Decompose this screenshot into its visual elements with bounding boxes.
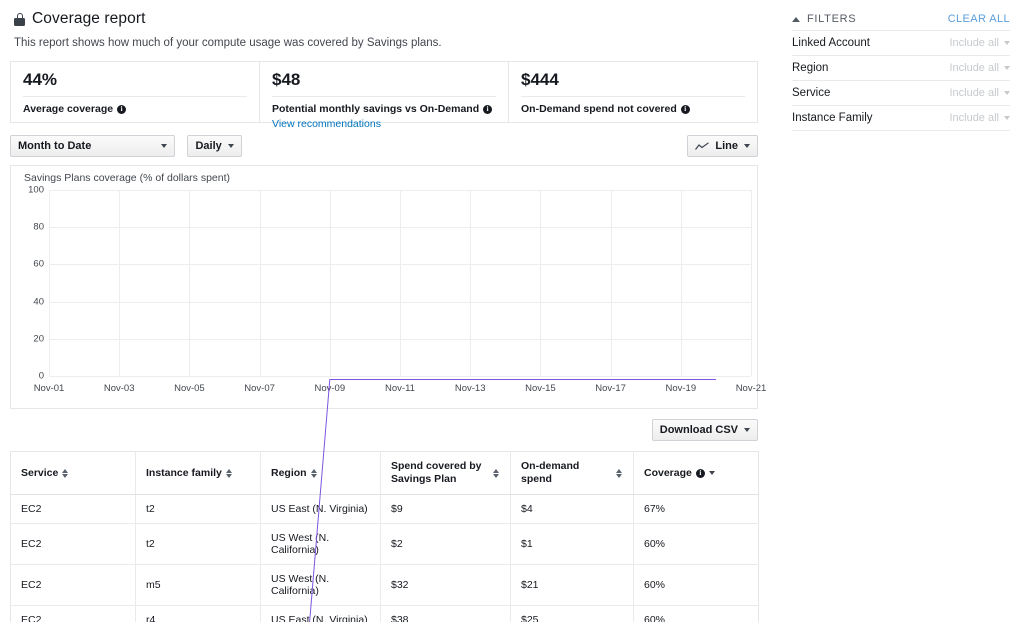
page-title-row: Coverage report	[14, 10, 768, 28]
kpi-label: On-Demand spend not covered i	[521, 103, 745, 115]
sort-icon[interactable]	[616, 468, 623, 479]
filters-title: FILTERS	[807, 13, 857, 25]
filter-value-text: Include all	[949, 87, 999, 99]
filter-label: Instance Family	[792, 112, 873, 124]
y-axis-tick-label: 0	[38, 370, 44, 382]
filters-list: Linked Account Include all Region Include a…	[792, 30, 1010, 130]
filter-row-instance-family[interactable]: Instance Family Include all	[792, 105, 1010, 130]
kpi-label: Average coverage i	[23, 103, 247, 115]
chevron-down-icon	[1004, 66, 1010, 70]
line-chart-icon	[695, 141, 710, 150]
filters-header: FILTERS CLEAR ALL	[792, 0, 1010, 30]
kpi-divider	[521, 96, 745, 97]
kpi-label-text: Average coverage	[23, 103, 114, 115]
filter-value-select[interactable]: Include all	[949, 37, 1010, 49]
clear-all-button[interactable]: CLEAR ALL	[948, 13, 1010, 25]
kpi-value: $444	[521, 70, 559, 89]
main-content: Coverage report This report shows how mu…	[0, 0, 768, 622]
kpi-label-text: On-Demand spend not covered	[521, 103, 677, 115]
filters-divider	[792, 130, 1010, 131]
y-axis-tick-label: 100	[28, 184, 44, 196]
granularity-select[interactable]: Daily	[187, 135, 242, 157]
chevron-down-icon	[1004, 91, 1010, 95]
sort-icon[interactable]	[62, 468, 69, 479]
filter-value-select[interactable]: Include all	[949, 62, 1010, 74]
kpi-card-row: 44% Average coverage i $48 Potential mon…	[10, 61, 758, 130]
filter-value-text: Include all	[949, 37, 999, 49]
chevron-down-icon	[227, 144, 234, 148]
kpi-value: 44%	[23, 70, 58, 89]
kpi-label-text: Potential monthly savings vs On-Demand	[272, 103, 480, 115]
filter-label: Service	[792, 87, 831, 99]
kpi-card-average-coverage: 44% Average coverage i	[11, 62, 259, 122]
filters-panel: FILTERS CLEAR ALL Linked Account Include …	[778, 0, 1024, 622]
info-icon[interactable]: i	[680, 104, 690, 114]
sort-icon[interactable]	[225, 468, 233, 479]
chart-controls: Month to Date Daily Line	[10, 135, 758, 157]
kpi-card-potential-savings: $48 Potential monthly savings vs On-Dema…	[259, 62, 508, 130]
chevron-down-icon	[1004, 116, 1010, 120]
chart-plot-area[interactable]: 0 20 40 60 80 100 Nov-01 Nov-03 Nov-05 Nov-07 Nov…	[28, 185, 766, 376]
sort-icon[interactable]	[493, 468, 500, 479]
granularity-value: Daily	[195, 140, 222, 152]
filter-row-service[interactable]: Service Include all	[792, 80, 1010, 105]
filter-label: Linked Account	[792, 37, 871, 49]
chart-title: Savings Plans coverage (% of dollars spe…	[24, 172, 231, 184]
chevron-down-icon	[1004, 41, 1010, 45]
gridline-vertical	[751, 190, 752, 376]
kpi-value: $48	[272, 70, 301, 89]
chart-type-select[interactable]: Line	[687, 135, 758, 157]
date-range-value: Month to Date	[18, 140, 92, 152]
filter-value-select[interactable]: Include all	[949, 112, 1010, 124]
filter-row-linked-account[interactable]: Linked Account Include all	[792, 30, 1010, 55]
kpi-label: Potential monthly savings vs On-Demand i	[272, 103, 496, 115]
info-icon[interactable]: i	[483, 104, 493, 114]
page-subtitle: This report shows how much of your compu…	[14, 37, 442, 49]
chart-series-line	[49, 190, 751, 622]
y-axis-tick-label: 60	[33, 258, 44, 270]
chevron-down-icon	[161, 144, 167, 148]
chevron-down-icon	[744, 144, 750, 148]
page-header: Coverage report This report shows how mu…	[0, 0, 768, 49]
filter-row-region[interactable]: Region Include all	[792, 55, 1010, 80]
date-range-select[interactable]: Month to Date	[10, 135, 175, 157]
series-polyline	[49, 380, 716, 622]
chart-panel: Savings Plans coverage (% of dollars spe…	[10, 165, 766, 409]
view-recommendations-link[interactable]: View recommendations	[272, 118, 496, 130]
y-axis-tick-label: 20	[33, 333, 44, 345]
chart-type-value: Line	[715, 140, 738, 152]
lock-icon	[14, 12, 25, 26]
triangle-up-icon[interactable]	[792, 16, 800, 22]
kpi-divider	[272, 96, 496, 97]
page-title: Coverage report	[32, 10, 146, 27]
info-icon[interactable]: i	[117, 104, 127, 114]
y-axis-tick-label: 80	[33, 221, 44, 233]
kpi-divider	[23, 96, 247, 97]
y-axis-tick-label: 40	[33, 296, 44, 308]
sort-icon[interactable]	[310, 468, 318, 479]
filter-value-text: Include all	[949, 112, 999, 124]
filter-label: Region	[792, 62, 829, 74]
kpi-card-ondemand-not-covered: $444 On-Demand spend not covered i	[508, 62, 757, 122]
filter-value-select[interactable]: Include all	[949, 87, 1010, 99]
filter-value-text: Include all	[949, 62, 999, 74]
